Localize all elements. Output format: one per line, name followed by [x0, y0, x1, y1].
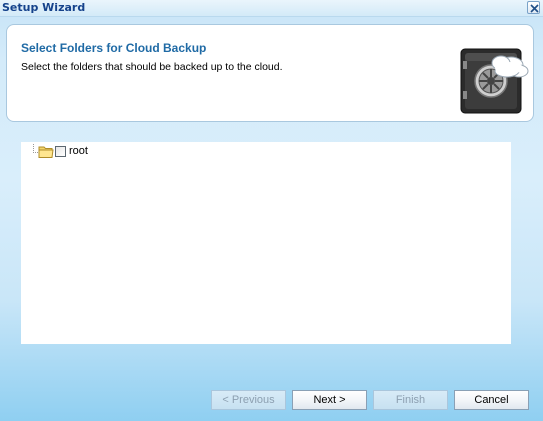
close-button[interactable] — [527, 1, 540, 14]
previous-button[interactable]: < Previous — [211, 390, 286, 410]
cancel-button[interactable]: Cancel — [454, 390, 529, 410]
tree-item-label: root — [69, 145, 88, 157]
page-description: Select the folders that should be backed… — [21, 61, 283, 73]
finish-button[interactable]: Finish — [373, 390, 448, 410]
window-title: Setup Wizard — [2, 1, 86, 14]
header-panel: Select Folders for Cloud Backup Select t… — [6, 24, 534, 122]
cloud-vault-icon — [460, 48, 529, 114]
folder-icon — [38, 146, 54, 158]
setup-wizard-window: Setup Wizard Select Folders for Cloud Ba… — [0, 0, 543, 421]
close-icon — [530, 4, 539, 13]
root-checkbox[interactable] — [55, 146, 66, 157]
folder-tree[interactable]: root — [21, 142, 511, 344]
title-bar[interactable]: Setup Wizard — [0, 0, 543, 17]
next-button[interactable]: Next > — [292, 390, 367, 410]
page-title: Select Folders for Cloud Backup — [21, 41, 207, 55]
